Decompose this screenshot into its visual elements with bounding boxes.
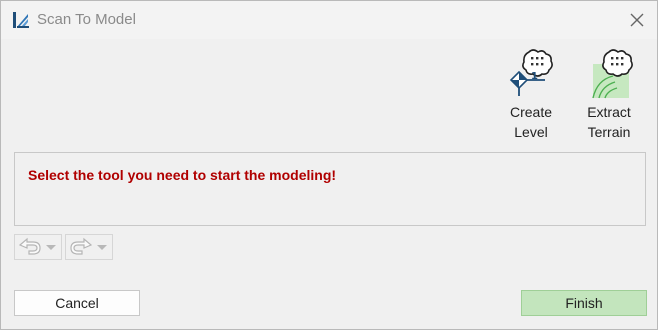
app-logo-icon bbox=[12, 11, 30, 29]
extract-terrain-label-line2: Terrain bbox=[587, 124, 631, 140]
scan-to-model-dialog: Scan To Model 1 Create Level Extract Ter… bbox=[0, 0, 658, 330]
window-title: Scan To Model bbox=[37, 11, 136, 28]
redo-button[interactable] bbox=[65, 234, 113, 260]
create-level-label-line1: Create bbox=[509, 104, 553, 120]
create-level-label-line2: Level bbox=[514, 124, 548, 140]
title-bar: Scan To Model bbox=[1, 1, 657, 39]
extract-terrain-tool-button[interactable]: Extract Terrain bbox=[577, 48, 641, 142]
undo-button[interactable] bbox=[14, 234, 62, 260]
redo-icon bbox=[70, 237, 93, 255]
close-icon bbox=[630, 13, 644, 27]
extract-terrain-label-line1: Extract bbox=[587, 104, 631, 120]
create-level-tool-button[interactable]: 1 Create Level bbox=[499, 48, 563, 142]
cancel-button[interactable]: Cancel bbox=[14, 290, 140, 316]
undo-icon bbox=[18, 237, 41, 255]
redo-dropdown-arrow-icon[interactable] bbox=[97, 245, 107, 250]
create-level-icon: 1 bbox=[509, 49, 553, 96]
extract-terrain-icon bbox=[592, 49, 633, 99]
undo-dropdown-arrow-icon[interactable] bbox=[46, 245, 56, 250]
finish-button[interactable]: Finish bbox=[521, 290, 647, 316]
message-panel: Select the tool you need to start the mo… bbox=[14, 152, 646, 226]
close-button[interactable] bbox=[625, 8, 649, 32]
svg-text:1: 1 bbox=[531, 71, 538, 82]
instruction-message: Select the tool you need to start the mo… bbox=[28, 167, 337, 183]
